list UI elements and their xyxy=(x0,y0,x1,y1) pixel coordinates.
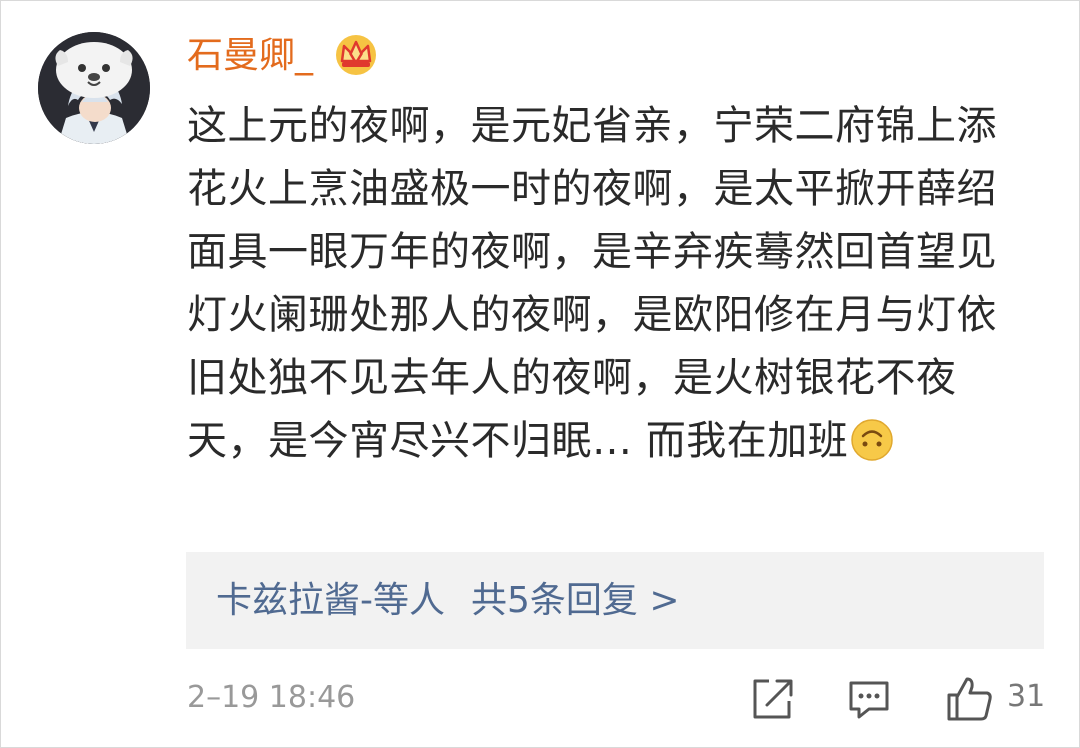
comment-button[interactable] xyxy=(847,673,891,723)
like-count: 31 xyxy=(1007,679,1046,714)
like-button[interactable]: 31 xyxy=(945,673,1045,723)
comment-text: 这上元的夜啊，是元妃省亲，宁荣二府锦上添花火上烹油盛极一时的夜啊，是太平掀开薛绍… xyxy=(187,95,1027,473)
post-timestamp: 2–19 18:46 xyxy=(187,680,356,715)
crown-icon xyxy=(336,35,376,75)
reply-count[interactable]: 共5条回复 > xyxy=(471,580,680,621)
replies-preview[interactable]: 卡兹拉酱-等人 共5条回复 > xyxy=(186,552,1044,649)
replies-link[interactable]: 卡兹拉酱-等人 共5条回复 > xyxy=(216,576,706,626)
comment-body: 这上元的夜啊，是元妃省亲，宁荣二府锦上添花火上烹油盛极一时的夜啊，是太平掀开薛绍… xyxy=(187,103,997,464)
share-icon xyxy=(753,679,793,719)
share-button[interactable] xyxy=(749,673,795,723)
username[interactable]: 石曼卿_ xyxy=(187,31,313,81)
comment-icon xyxy=(849,681,889,719)
thumbs-up-icon xyxy=(947,677,992,721)
reply-participants[interactable]: 卡兹拉酱-等人 xyxy=(216,580,445,621)
user-avatar[interactable] xyxy=(38,32,150,144)
upside-down-face-emoji xyxy=(851,419,893,461)
